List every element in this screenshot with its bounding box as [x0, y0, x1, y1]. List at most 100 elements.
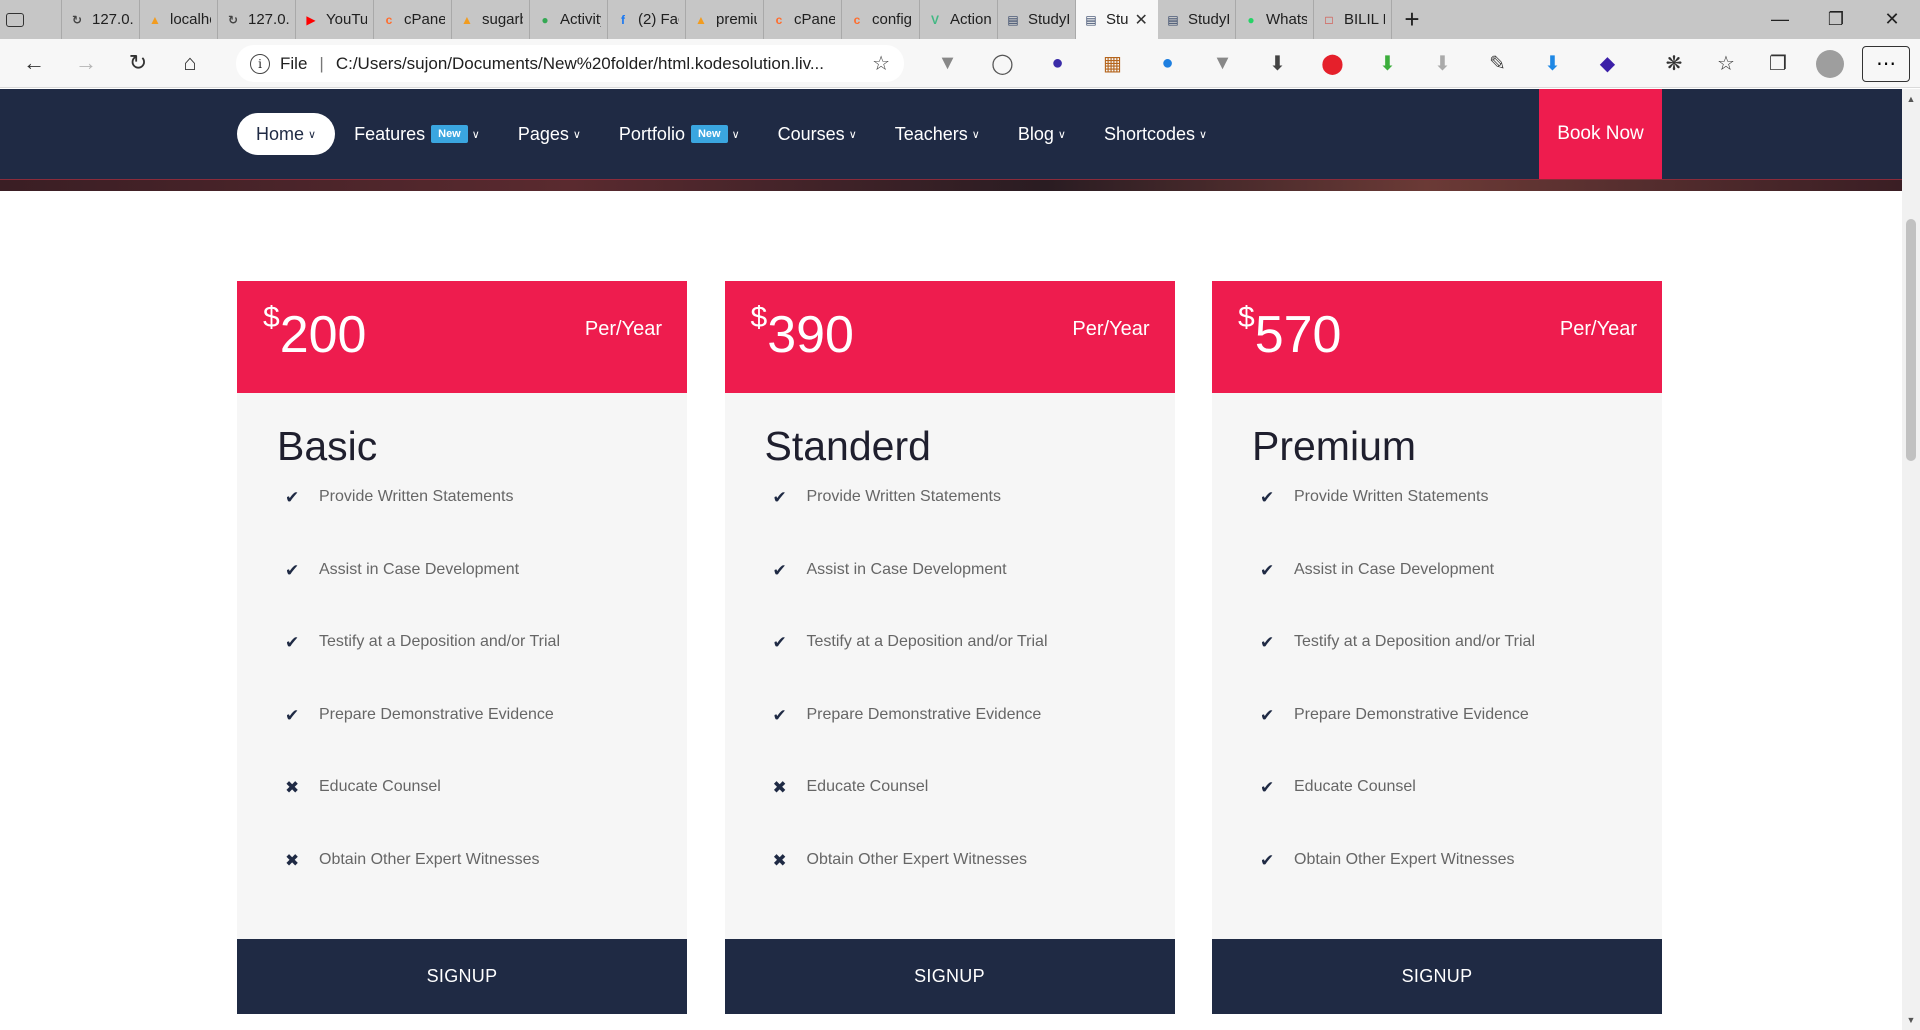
tab-title: cPanel — [404, 11, 445, 28]
idm-extension-icon[interactable]: ⬇ — [1360, 39, 1415, 88]
collections-icon[interactable]: ❐ — [1752, 39, 1804, 88]
menu-item-teachers[interactable]: Teachers ∨ — [876, 113, 999, 155]
browser-tab[interactable]: ▤ StudyP — [1158, 0, 1236, 39]
menu-item-shortcodes[interactable]: Shortcodes ∨ — [1085, 113, 1226, 155]
info-icon[interactable]: i — [250, 53, 270, 74]
feature-item: ✖ Obtain Other Expert Witnesses — [277, 851, 647, 924]
scroll-down-icon[interactable]: ▼ — [1902, 1012, 1920, 1028]
favorites-icon[interactable]: ☆ — [1700, 39, 1752, 88]
plan-name: Premium — [1252, 423, 1417, 469]
new-badge: New — [431, 125, 468, 143]
browser-tab[interactable]: ● WhatsA — [1236, 0, 1314, 39]
browser-tab[interactable]: ▶ YouTub — [296, 0, 374, 39]
feature-text: Assist in Case Development — [319, 560, 520, 578]
browser-tab[interactable]: ▲ localho — [140, 0, 218, 39]
plan-name: Basic — [277, 423, 378, 469]
price-period: Per/Year — [584, 318, 662, 340]
scrollbar-thumb[interactable] — [1906, 219, 1916, 461]
signup-button[interactable]: SIGNUP — [237, 939, 687, 1014]
scroll-up-icon[interactable]: ▲ — [1902, 91, 1920, 107]
browser-tab[interactable]: ▲ sugarb — [452, 0, 530, 39]
menu-item-courses[interactable]: Courses ∨ — [759, 113, 876, 155]
signup-button[interactable]: SIGNUP — [1212, 939, 1662, 1014]
home-button[interactable]: ⌂ — [164, 43, 216, 83]
check-icon: ✔ — [1260, 778, 1275, 797]
browser-tab[interactable]: ccPanel — [374, 0, 452, 39]
tab-title: YouTub — [326, 11, 367, 28]
add-favorite-icon[interactable]: ☆ — [872, 51, 890, 76]
profile-avatar[interactable] — [1804, 39, 1856, 88]
minimize-button[interactable]: — — [1752, 0, 1808, 39]
feature-item: ✔ Assist in Case Development — [765, 561, 1135, 634]
browser-tab[interactable]: c config. — [842, 0, 920, 39]
close-window-button[interactable]: ✕ — [1864, 0, 1920, 39]
address-bar[interactable]: i File | C:/Users/sujon/Documents/New%20… — [236, 45, 904, 82]
book-icon: ▤ — [1167, 12, 1179, 27]
menu-item-home[interactable]: Home ∨ — [237, 113, 336, 155]
pen-extension-icon[interactable]: ✎ — [1470, 39, 1525, 88]
feature-item: ✔ Testify at a Deposition and/or Trial — [1252, 633, 1622, 706]
signup-button[interactable]: SIGNUP — [724, 939, 1175, 1014]
browser-tab[interactable]: ▲ premiu — [686, 0, 764, 39]
feature-item: ✔ Provide Written Statements — [277, 488, 647, 561]
downloader-extension-icon[interactable]: ⬇ — [1415, 39, 1470, 88]
vpn-extension-icon[interactable]: ▼ — [920, 39, 975, 88]
browser-tab[interactable]: ▤ Stu ✕ — [1076, 0, 1158, 39]
price-currency: $ — [1238, 301, 1255, 334]
pricing-card-basic: $200 Per/Year Basic ✔ Provide Written Statem… — [237, 281, 687, 1014]
browser-tab[interactable]: □ BILIL B — [1314, 0, 1392, 39]
menu-item-blog[interactable]: Blog ∨ — [999, 113, 1085, 155]
pricing-card-body: Standerd ✔ Provide Written Statements ✔ Assi… — [725, 393, 1175, 939]
restore-button[interactable]: ❐ — [1808, 0, 1864, 39]
menu-item-portfolio[interactable]: Portfolio New ∨ — [600, 113, 759, 155]
forward-button[interactable]: → — [60, 43, 112, 83]
brick-extension-icon[interactable]: ▦ — [1085, 39, 1140, 88]
new-tab-button[interactable]: + — [1392, 0, 1432, 39]
save-extension-icon[interactable]: ⬇ — [1525, 39, 1580, 88]
address-url[interactable]: C:/Users/sujon/Documents/New%20folder/ht… — [336, 54, 864, 74]
browser-tab[interactable]: ● Activity — [530, 0, 608, 39]
hero-image-strip — [0, 179, 1902, 191]
back-button[interactable]: ← — [8, 43, 60, 83]
browser-toolbar: ← → ↻ ⌂ i File | C:/Users/sujon/Document… — [0, 39, 1920, 88]
feature-text: Educate Counsel — [319, 778, 441, 795]
menu-item-pages[interactable]: Pages ∨ — [499, 113, 600, 155]
activity-icon: ● — [541, 12, 549, 27]
arrow-down-extension-icon[interactable]: ⬇ — [1250, 39, 1305, 88]
phpmyadmin-icon: ▲ — [461, 12, 473, 27]
diamond-extension-icon[interactable]: ◆ — [1580, 39, 1635, 88]
browser-tab[interactable]: ▤ StudyP — [998, 0, 1076, 39]
price-amount: 390 — [767, 306, 854, 364]
feature-text: Testify at a Deposition and/or Trial — [319, 633, 561, 650]
cross-icon: ✖ — [285, 850, 300, 870]
reload-button[interactable]: ↻ — [112, 43, 164, 83]
chevron-down-icon: ∨ — [1199, 128, 1208, 141]
browser-tab[interactable]: ↻ 127.0.0 — [62, 0, 140, 39]
shield-extension-icon[interactable]: ▼ — [1195, 39, 1250, 88]
vue-icon: V — [930, 12, 939, 27]
tab-title: config. — [872, 11, 913, 28]
feature-item: ✔ Prepare Demonstrative Evidence — [1252, 706, 1622, 779]
menu-item-features[interactable]: Features New ∨ — [335, 113, 499, 155]
tab-title: premiu — [716, 11, 757, 28]
feature-text: Provide Written Statements — [319, 488, 514, 505]
browser-tab[interactable]: V Actions — [920, 0, 998, 39]
browser-tab[interactable]: ↻ 127.0.0 — [218, 0, 296, 39]
browser-tab[interactable]: ccPanel — [764, 0, 842, 39]
chevron-down-icon: ∨ — [848, 128, 857, 141]
download-manager-icon[interactable]: ● — [1030, 39, 1085, 88]
check-icon: ✔ — [772, 705, 787, 725]
opera-extension-icon[interactable]: ⬤ — [1305, 39, 1360, 88]
tab-actions-menu[interactable] — [0, 0, 62, 39]
browser-tab[interactable]: f (2) Face — [608, 0, 686, 39]
facebook-icon: f — [621, 12, 625, 27]
extensions-puzzle-icon[interactable]: ❋ — [1648, 39, 1700, 88]
globe-extension-icon[interactable]: ● — [1140, 39, 1195, 88]
more-options-button[interactable]: ⋯ — [1862, 45, 1910, 82]
tab-close-icon[interactable]: ✕ — [1135, 10, 1148, 30]
book-now-button[interactable]: Book Now — [1539, 89, 1662, 179]
page-scrollbar[interactable]: ▲ ▼ — [1902, 89, 1920, 1030]
menu-item-label: Shortcodes — [1103, 123, 1196, 144]
feature-text: Prepare Demonstrative Evidence — [806, 705, 1042, 723]
code-extension-icon[interactable]: ◯ — [975, 39, 1030, 88]
